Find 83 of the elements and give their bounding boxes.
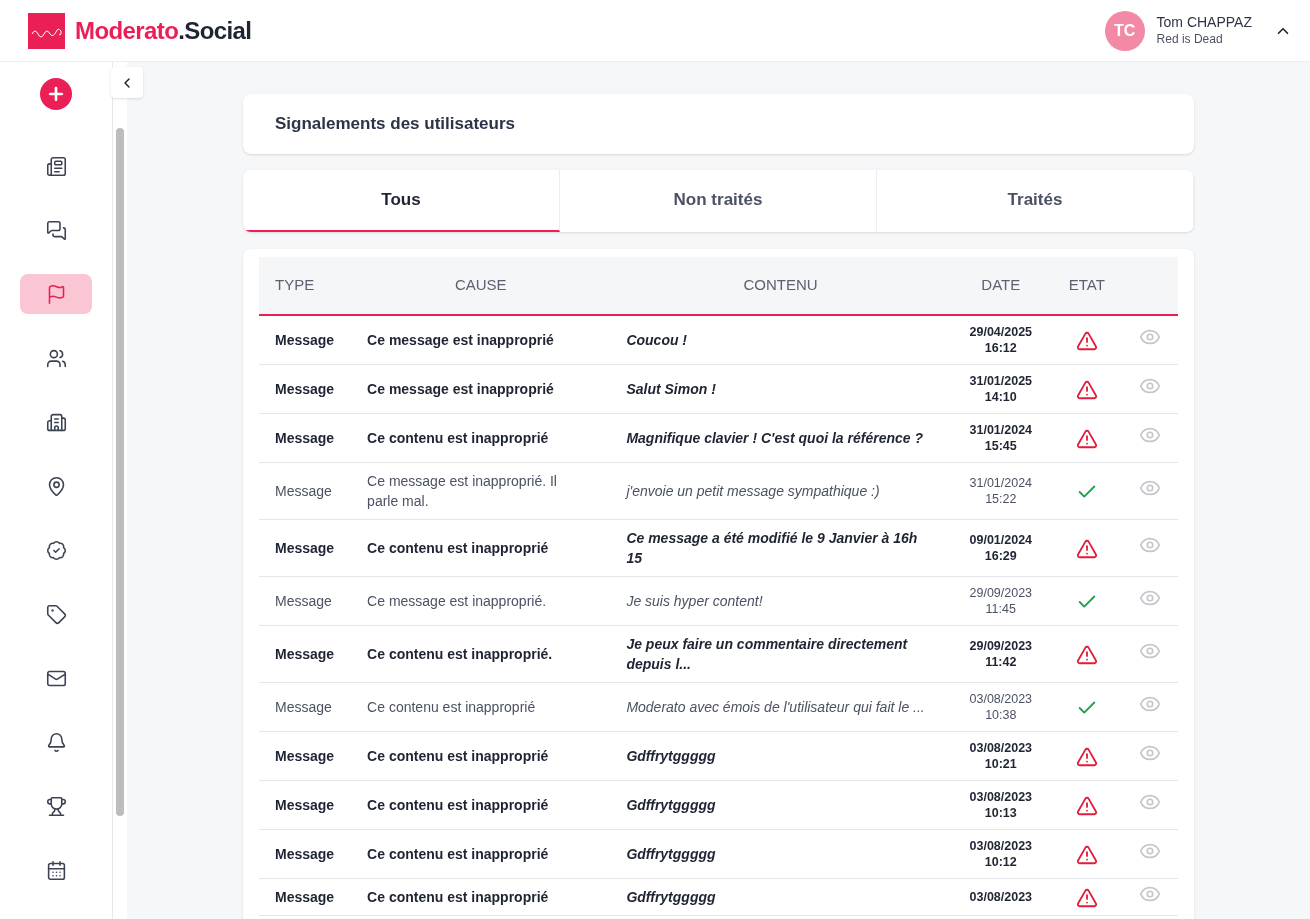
table-cell: Ce message est inapproprié. Il parle mal.	[351, 462, 611, 520]
tag-icon	[45, 603, 67, 625]
people-icon	[45, 347, 67, 369]
calendar-icon	[45, 859, 67, 881]
column-header: CONTENU	[610, 257, 951, 315]
table-cell: Ce contenu est inapproprié	[351, 780, 611, 830]
table-cell: Moderato avec émois de l'utilisateur qui fait le ...	[610, 682, 951, 732]
table-cell: Je peux faire un commentaire directement depuis l...	[610, 625, 951, 683]
table-cell: Je suis hyper content!	[610, 576, 951, 626]
column-header: ETAT	[1050, 257, 1123, 315]
table-cell: Message	[259, 315, 352, 365]
table-cell: Ce message est inapproprié.	[351, 576, 611, 626]
table-cell: j'envoie un petit message sympathique :)	[610, 462, 951, 520]
tab[interactable]: Non traités	[560, 170, 877, 232]
table-cell: 09/01/2024 16:29	[950, 519, 1051, 577]
table-cell: Message	[259, 682, 352, 732]
table-cell: Ce contenu est inapproprié	[351, 682, 611, 732]
table-cell: Ce contenu est inapproprié	[351, 731, 611, 781]
warning-icon	[1075, 329, 1098, 352]
user-subtitle: Red is Dead	[1156, 31, 1224, 47]
tab[interactable]: Traités	[877, 170, 1194, 232]
table-cell: Ce message est inapproprié	[351, 364, 611, 414]
table-cell: 31/01/2024 15:22	[950, 462, 1051, 520]
logo-icon	[28, 12, 65, 49]
table-cell: Ce contenu est inapproprié.	[351, 625, 611, 683]
plus-icon	[46, 84, 66, 104]
table-cell: Message	[259, 519, 352, 577]
table-cell: 31/01/2025 14:10	[950, 364, 1051, 414]
table-cell: Message	[259, 829, 352, 879]
bell-icon	[45, 731, 67, 753]
table-cell: 29/09/2023 11:45	[950, 576, 1051, 626]
table-cell: 03/08/2023 10:13	[950, 780, 1051, 830]
table-cell: 29/09/2023 11:42	[950, 625, 1051, 683]
table-cell: Gdffrytggggg	[610, 878, 951, 916]
table-cell: 03/08/2023 10:12	[950, 829, 1051, 879]
warning-icon	[1075, 886, 1098, 909]
table-cell: Ce contenu est inapproprié	[351, 413, 611, 463]
table-cell: Message	[259, 731, 352, 781]
table-cell: Message	[259, 878, 352, 916]
table-cell: 03/08/2023	[950, 878, 1051, 916]
table-cell: Coucou !	[610, 315, 951, 365]
table-cell: Gdffrytggggg	[610, 731, 951, 781]
table-cell: Gdffrytggggg	[610, 829, 951, 879]
tab[interactable]: Tous	[243, 170, 560, 232]
table-cell: 29/04/2025 16:12	[950, 315, 1051, 365]
page-title: Signalements des utilisateurs	[275, 113, 515, 136]
column-header: CAUSE	[351, 257, 611, 315]
table-cell: Ce message est inapproprié	[351, 315, 611, 365]
chat-bubbles-icon	[45, 219, 67, 241]
brand-name: Moderato.Social	[75, 15, 252, 46]
table-cell: Ce contenu est inapproprié	[351, 519, 611, 577]
table-cell: 03/08/2023 10:21	[950, 731, 1051, 781]
newspaper-icon	[45, 155, 67, 177]
warning-icon	[1075, 745, 1098, 768]
warning-icon	[1075, 427, 1098, 450]
table-cell: Message	[259, 364, 352, 414]
table-cell: Salut Simon !	[610, 364, 951, 414]
column-header: TYPE	[259, 257, 352, 315]
warning-icon	[1075, 378, 1098, 401]
table-cell: Ce contenu est inapproprié	[351, 829, 611, 879]
warning-icon	[1075, 794, 1098, 817]
add-button[interactable]	[40, 78, 72, 110]
table-cell: Gdffrytggggg	[610, 780, 951, 830]
table-cell: Ce contenu est inapproprié	[351, 878, 611, 916]
user-name: Tom CHAPPAZ	[1156, 14, 1252, 32]
building-icon	[45, 411, 67, 433]
table-cell: Magnifique clavier ! C'est quoi la référence ?	[610, 413, 951, 463]
table-cell: Message	[259, 780, 352, 830]
column-header: DATE	[950, 257, 1051, 315]
table-cell: Message	[259, 576, 352, 626]
table-cell: 03/08/2023 10:38	[950, 682, 1051, 732]
table-cell: Ce message a été modifié le 9 Janvier à 16h 15	[610, 519, 951, 577]
table-cell: Message	[259, 625, 352, 683]
table-cell: Message	[259, 462, 352, 520]
badge-check-icon	[45, 539, 67, 561]
table-cell: Message	[259, 413, 352, 463]
table-cell: 31/01/2024 15:45	[950, 413, 1051, 463]
warning-icon	[1075, 843, 1098, 866]
warning-icon	[1075, 643, 1098, 666]
trophy-icon	[45, 795, 67, 817]
scrollbar[interactable]	[116, 128, 124, 816]
collapse-sidebar-button[interactable]	[111, 67, 143, 98]
warning-icon	[1075, 537, 1098, 560]
